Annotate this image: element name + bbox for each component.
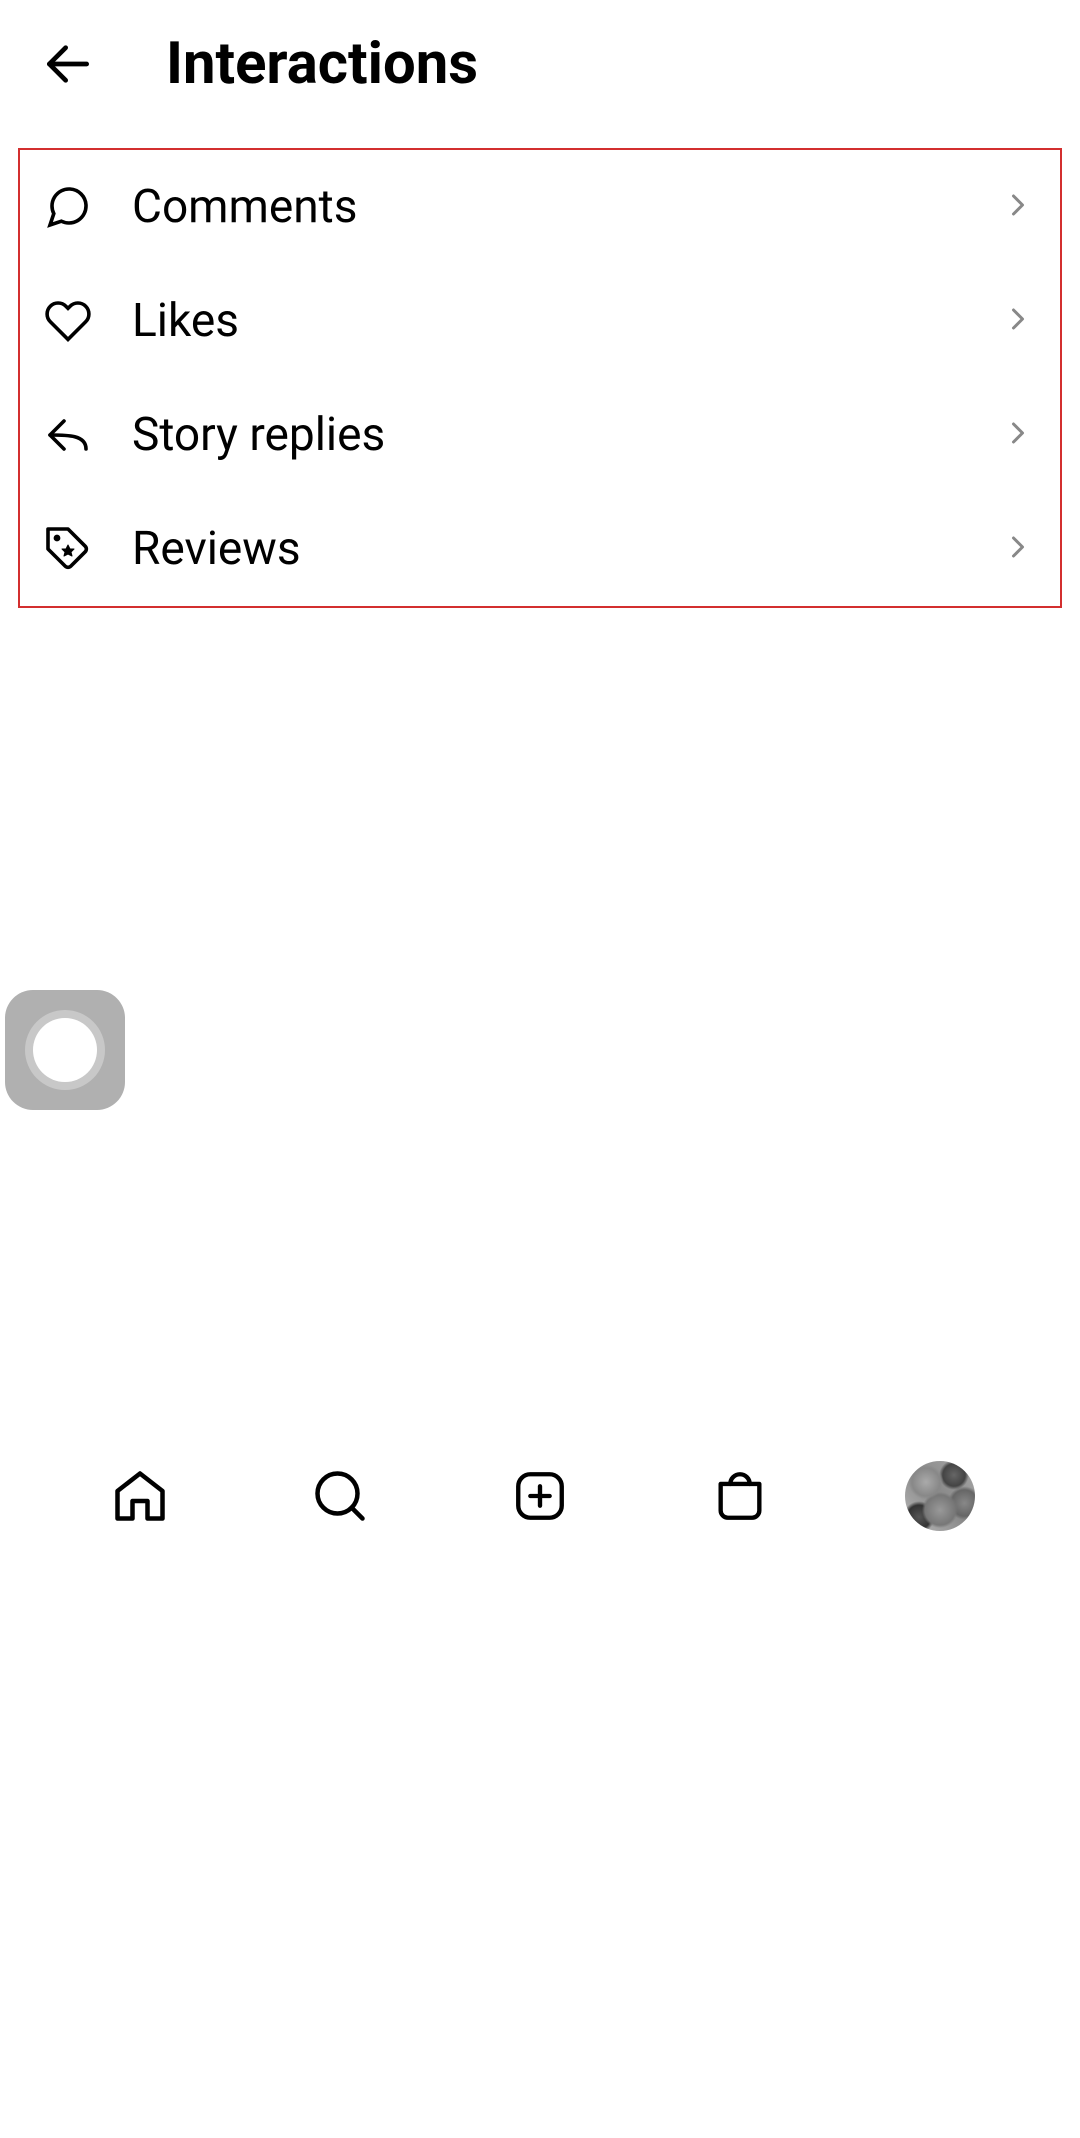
interactions-list: Comments Likes Story replies [18, 148, 1062, 608]
bottom-nav [0, 1449, 1080, 1543]
comment-icon [44, 183, 92, 231]
heart-icon [44, 297, 92, 345]
list-item-likes[interactable]: Likes [20, 264, 1060, 378]
nav-profile[interactable] [905, 1461, 975, 1531]
chevron-right-icon [1000, 415, 1036, 455]
list-item-label: Story replies [132, 408, 960, 462]
assistive-touch-button[interactable] [5, 990, 125, 1110]
add-icon [511, 1467, 569, 1525]
nav-home[interactable] [105, 1461, 175, 1531]
nav-add[interactable] [505, 1461, 575, 1531]
list-item-comments[interactable]: Comments [20, 150, 1060, 264]
list-item-story-replies[interactable]: Story replies [20, 378, 1060, 492]
chevron-right-icon [1000, 529, 1036, 569]
nav-shop[interactable] [705, 1461, 775, 1531]
tag-icon [44, 525, 92, 573]
shop-icon [711, 1467, 769, 1525]
list-item-label: Likes [132, 294, 960, 348]
avatar [905, 1461, 975, 1531]
nav-search[interactable] [305, 1461, 375, 1531]
list-item-label: Comments [132, 180, 960, 234]
list-item-label: Reviews [132, 522, 960, 576]
page-title: Interactions [166, 30, 478, 98]
back-button[interactable] [40, 36, 96, 92]
list-item-reviews[interactable]: Reviews [20, 492, 1060, 606]
arrow-left-icon [40, 36, 96, 92]
search-icon [310, 1466, 370, 1526]
header: Interactions [0, 0, 1080, 128]
chevron-right-icon [1000, 187, 1036, 227]
chevron-right-icon [1000, 301, 1036, 341]
home-icon [110, 1466, 170, 1526]
reply-icon [44, 411, 92, 459]
